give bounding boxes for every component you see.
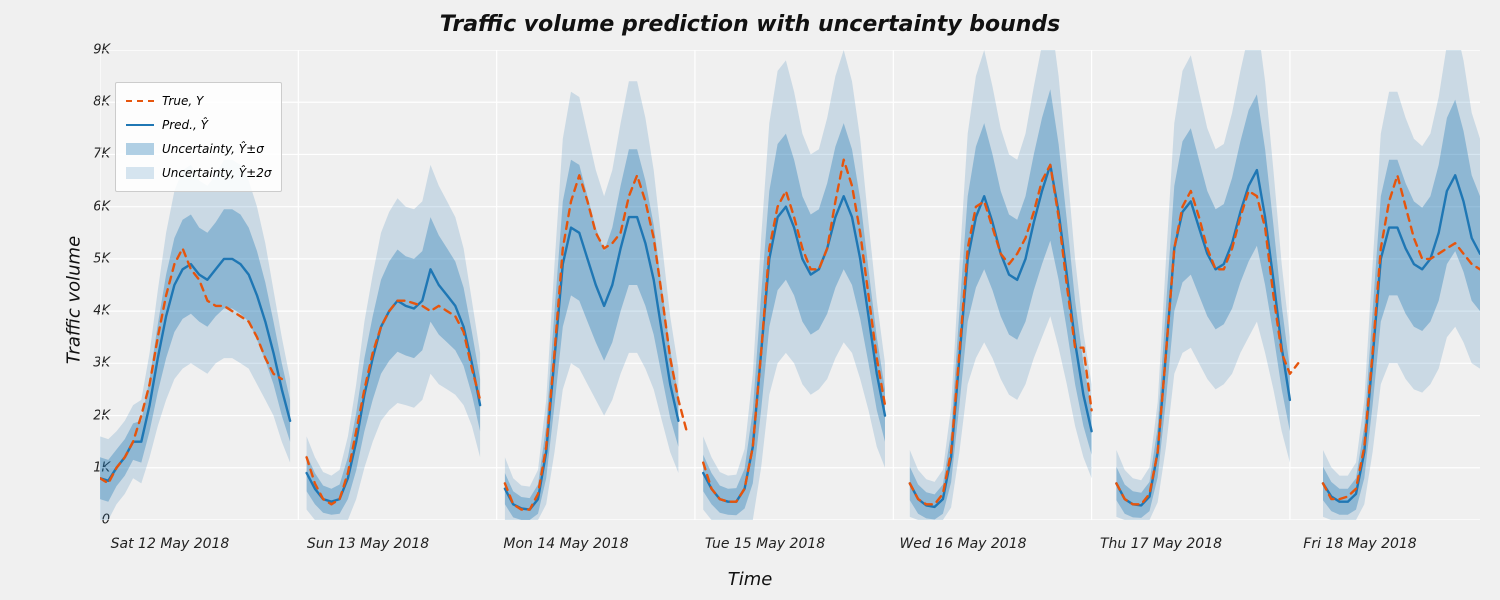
legend-label-sigma1: Uncertainty, Ŷ±σ	[162, 142, 264, 156]
legend: True, Y Pred., Ŷ Uncertainty, Ŷ±σ Uncert…	[115, 82, 282, 192]
legend-label-sigma2: Uncertainty, Ŷ±2σ	[162, 166, 271, 180]
x-tick-label: Sun 13 May 2018	[307, 536, 429, 552]
chart-container: Traffic volume prediction with uncertain…	[0, 0, 1500, 600]
chart-title: Traffic volume prediction with uncertain…	[0, 12, 1500, 37]
legend-item-pred: Pred., Ŷ	[126, 113, 271, 137]
x-tick-label: Thu 17 May 2018	[1100, 536, 1222, 552]
legend-label-true: True, Y	[162, 94, 203, 108]
x-tick-label: Wed 16 May 2018	[899, 536, 1026, 552]
plot-area	[100, 50, 1480, 520]
x-tick-label: Tue 15 May 2018	[705, 536, 825, 552]
legend-swatch-pred-icon	[126, 124, 154, 126]
legend-item-sigma2: Uncertainty, Ŷ±2σ	[126, 161, 271, 185]
x-axis-label: Time	[728, 569, 773, 590]
x-tick-label: Mon 14 May 2018	[503, 536, 628, 552]
legend-item-true: True, Y	[126, 89, 271, 113]
legend-swatch-sigma1-icon	[126, 143, 154, 155]
x-tick-label: Sat 12 May 2018	[111, 536, 230, 552]
x-tick-label: Fri 18 May 2018	[1303, 536, 1416, 552]
legend-swatch-sigma2-icon	[126, 167, 154, 179]
legend-item-sigma1: Uncertainty, Ŷ±σ	[126, 137, 271, 161]
legend-label-pred: Pred., Ŷ	[162, 118, 208, 132]
chart-svg	[100, 50, 1480, 520]
legend-swatch-true-icon	[126, 100, 154, 102]
